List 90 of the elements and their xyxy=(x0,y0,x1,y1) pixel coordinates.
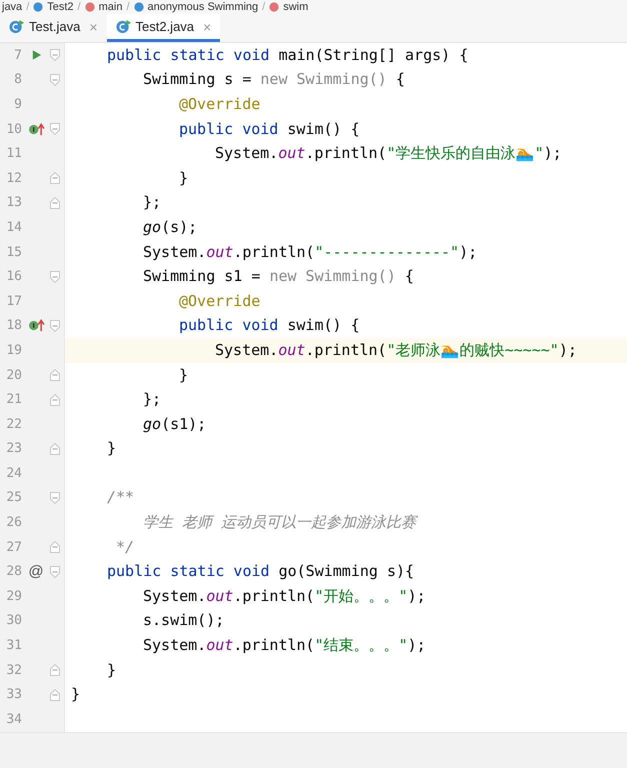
code-line: Swimming s = new Swimming() { xyxy=(143,70,405,88)
breadcrumb-separator: / xyxy=(26,1,30,13)
line-number: 24 xyxy=(5,466,22,481)
code-line: public static void main(String[] args) { xyxy=(107,46,468,64)
breadcrumb-icon xyxy=(33,2,44,12)
line-number: 31 xyxy=(5,638,22,654)
line-number: 18 xyxy=(5,318,22,334)
fold-icon[interactable] xyxy=(50,196,60,209)
line-number: 21 xyxy=(5,392,22,408)
code-line: } xyxy=(179,366,188,384)
code-line: @Override xyxy=(179,292,260,310)
code-line: } xyxy=(107,660,116,679)
code-line: 学生 老师 运动员可以一起参加游泳比赛 xyxy=(143,513,416,532)
fold-icon[interactable] xyxy=(50,270,60,283)
line-number: 10 xyxy=(5,122,22,137)
line-number: 9 xyxy=(13,96,22,112)
code-line: public static void go(Swimming s){ xyxy=(107,562,414,580)
breadcrumb-separator: / xyxy=(78,1,81,13)
code-line: System.out.println("学生快乐的自由泳🏊"); xyxy=(215,144,562,162)
line-number: 34 xyxy=(5,712,22,727)
fold-icon[interactable] xyxy=(50,566,60,578)
breadcrumb-item[interactable]: java xyxy=(2,1,22,13)
implements-icon[interactable] xyxy=(28,319,44,332)
fold-icon[interactable] xyxy=(50,369,60,382)
line-number: 16 xyxy=(5,269,22,284)
code-line: s.swim(); xyxy=(143,611,224,630)
line-number: 8 xyxy=(13,72,22,88)
fold-icon[interactable] xyxy=(50,172,60,184)
fold-icon[interactable] xyxy=(50,320,60,332)
override-marker[interactable]: @ xyxy=(28,563,44,580)
code-line: } xyxy=(107,439,116,458)
code-line: System.out.println("结束。。。"); xyxy=(143,636,426,654)
line-number: 11 xyxy=(5,146,22,162)
code-line: */ xyxy=(115,538,134,556)
line-number: 7 xyxy=(13,48,22,63)
line-number: 23 xyxy=(5,441,22,456)
fold-icon[interactable] xyxy=(50,492,60,504)
code-line: go(s1); xyxy=(143,414,206,433)
implements-icon[interactable] xyxy=(28,122,44,136)
fold-icon[interactable] xyxy=(50,394,60,406)
line-number: 29 xyxy=(5,588,22,604)
line-number: 14 xyxy=(5,220,22,235)
code-line: }; xyxy=(143,193,162,212)
class-file-icon xyxy=(9,19,24,34)
line-number: 25 xyxy=(5,490,22,506)
line-number: 26 xyxy=(5,515,22,530)
code-line: System.out.println("--------------"); xyxy=(143,242,478,261)
code-line: System.out.println("开始。。。"); xyxy=(143,586,426,605)
breadcrumb-item[interactable]: anonymous Swimming xyxy=(148,1,258,13)
breadcrumb-item[interactable]: Test2 xyxy=(47,1,74,13)
code-line: System.out.println("老师泳🏊的贼快~~~~~"); xyxy=(215,340,577,359)
breadcrumb-item[interactable]: swim xyxy=(283,1,308,13)
fold-icon[interactable] xyxy=(50,74,60,86)
breadcrumb-item[interactable]: main xyxy=(98,1,122,13)
breadcrumb-icon xyxy=(84,2,95,12)
fold-icon[interactable] xyxy=(50,49,60,62)
line-number: 12 xyxy=(5,170,22,186)
breadcrumb-icon xyxy=(134,2,144,12)
run-icon[interactable] xyxy=(30,49,42,62)
code-line: /** xyxy=(107,488,134,506)
fold-icon[interactable] xyxy=(50,688,60,701)
code-line: public void swim() { xyxy=(179,120,360,138)
fold-icon[interactable] xyxy=(50,123,60,136)
line-number: 27 xyxy=(5,540,22,555)
line-number: 19 xyxy=(5,342,22,358)
line-number: 13 xyxy=(5,195,22,210)
line-number: 15 xyxy=(5,244,22,260)
code-line: Swimming s1 = new Swimming() { xyxy=(143,267,414,286)
fold-icon[interactable] xyxy=(50,442,60,455)
code-line: go(s); xyxy=(143,218,198,236)
code-line: public void swim() { xyxy=(179,316,360,334)
file-tab[interactable]: Test2.java × xyxy=(106,14,220,42)
breadcrumb-separator: / xyxy=(262,1,266,13)
file-tab[interactable]: Test.java × xyxy=(0,14,106,42)
line-number: 20 xyxy=(5,368,22,383)
breadcrumb-separator: / xyxy=(126,1,130,13)
code-line: } xyxy=(179,168,188,187)
line-number: 30 xyxy=(5,613,22,628)
code-line: }; xyxy=(143,390,162,408)
code-line: @Override xyxy=(179,94,260,113)
line-number: 32 xyxy=(5,662,22,678)
fold-icon[interactable] xyxy=(50,541,60,554)
line-number: 22 xyxy=(5,416,22,432)
line-number: 17 xyxy=(5,294,22,309)
fold-icon[interactable] xyxy=(50,664,60,676)
line-number: 33 xyxy=(5,687,22,702)
line-number: 28 xyxy=(5,564,22,580)
breadcrumb-icon xyxy=(269,2,280,12)
class-file-icon xyxy=(116,19,130,34)
code-line: } xyxy=(71,685,80,704)
